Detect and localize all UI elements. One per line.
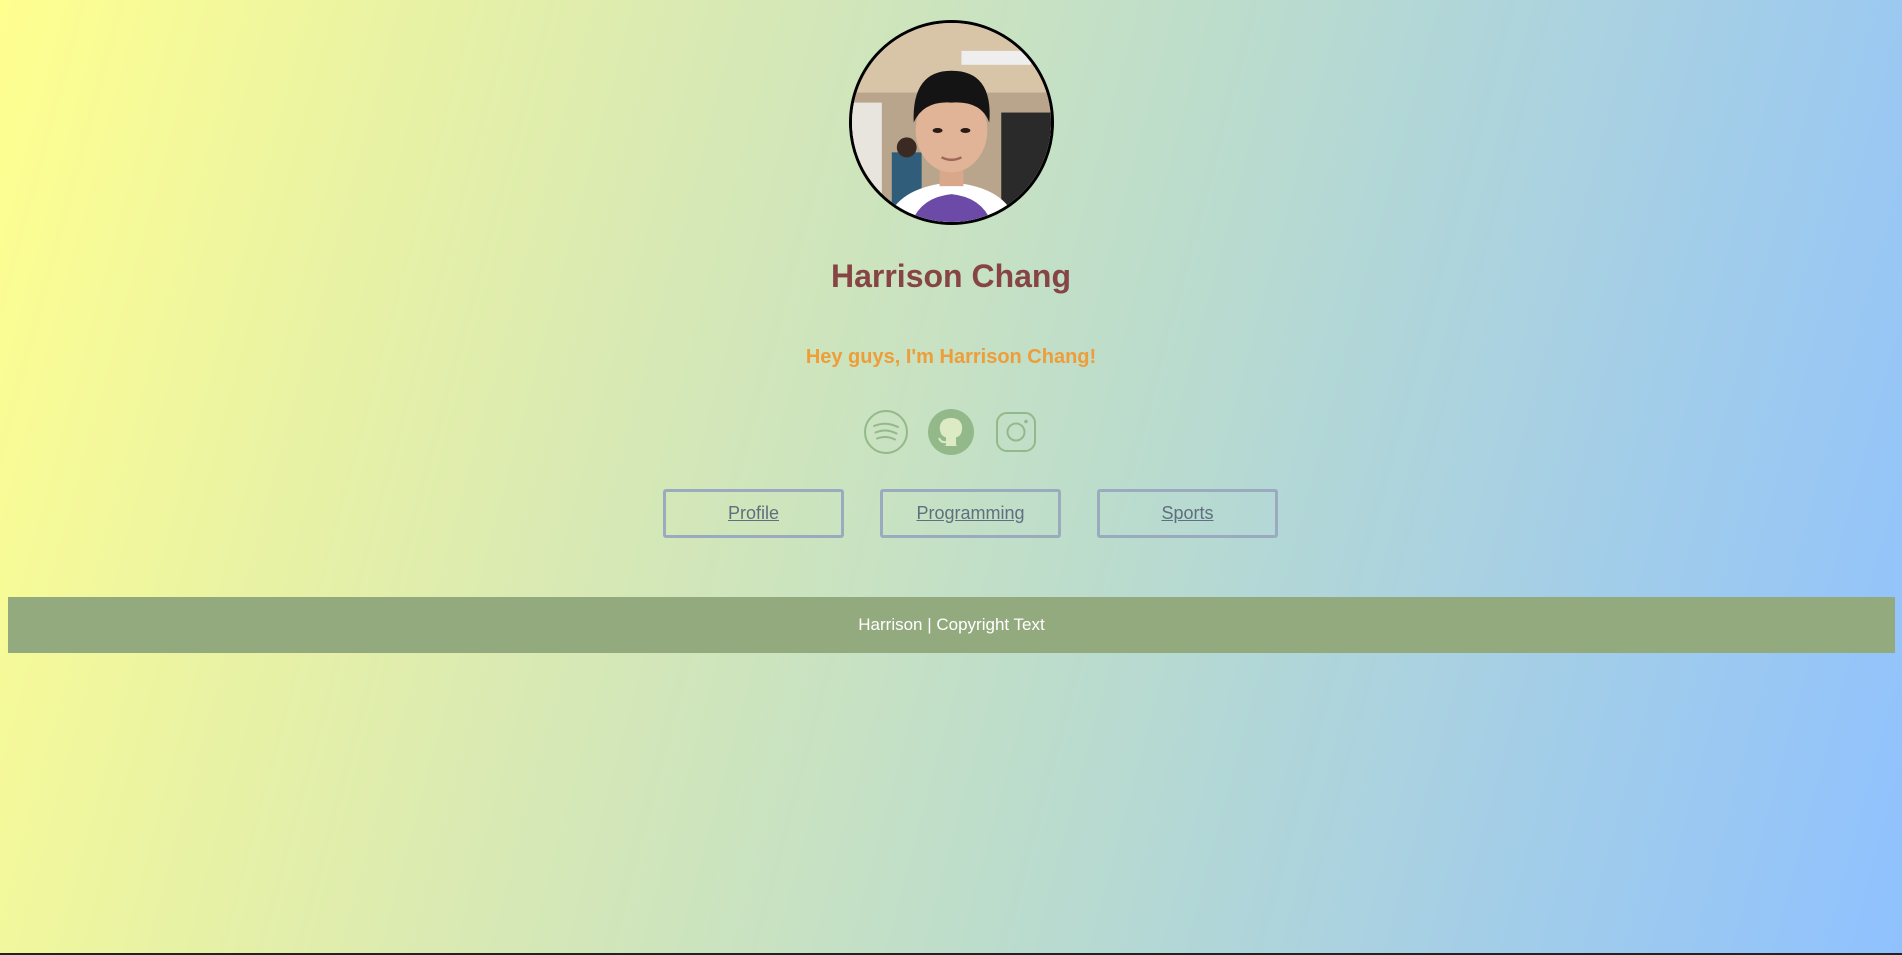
footer: Harrison | Copyright Text (8, 597, 1895, 653)
spotify-icon[interactable] (862, 408, 910, 456)
github-icon[interactable] (927, 408, 975, 456)
profile-photo (852, 23, 1051, 222)
instagram-icon[interactable] (992, 408, 1040, 456)
greeting-text: Hey guys, I'm Harrison Chang! (805, 346, 1097, 368)
social-links (0, 408, 1902, 456)
footer-text: Harrison | Copyright Text (858, 615, 1045, 634)
nav-sports-button[interactable]: Sports (1097, 489, 1278, 538)
nav-buttons: Profile Programming Sports (663, 489, 1278, 538)
nav-profile-button[interactable]: Profile (663, 489, 844, 538)
avatar (849, 20, 1054, 225)
page-title: Harrison Chang (830, 258, 1072, 294)
nav-programming-button[interactable]: Programming (880, 489, 1061, 538)
